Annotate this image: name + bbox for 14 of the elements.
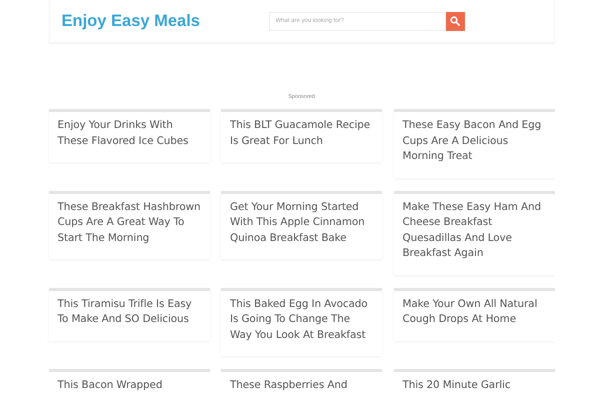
article-card[interactable]: Get Your Morning Started With This Apple Cinnamon Quinoa Breakfast Bake [221, 190, 382, 259]
article-card[interactable]: This Tiramisu Trifle Is Easy To Make And SO Delicious [48, 288, 210, 340]
search-icon [450, 16, 460, 26]
article-card[interactable]: Make These Easy Ham And Cheese Breakfast Quesadillas And Love Breakfast Again [394, 190, 554, 274]
article-card[interactable]: These Breakfast Hashbrown Cups Are A Great Way To Start The Morning [48, 190, 210, 259]
article-card[interactable]: This Bacon Wrapped [48, 369, 210, 394]
search-button[interactable] [446, 12, 464, 30]
article-card[interactable]: This 20 Minute Garlic [394, 369, 554, 394]
article-card[interactable]: Make Your Own All Natural Cough Drops At Home [394, 288, 554, 340]
article-card[interactable]: This BLT Guacamole Recipe Is Great For Lunch [221, 109, 382, 162]
article-card[interactable]: These Easy Bacon And Egg Cups Are A Delicious Morning Treat [394, 109, 554, 178]
article-card[interactable]: These Raspberries And [221, 369, 382, 394]
article-card[interactable]: Enjoy Your Drinks With These Flavored Ice Cubes [48, 109, 210, 162]
article-card[interactable]: This Baked Egg In Avocado Is Going To Change The Way You Look At Breakfast [221, 288, 382, 356]
